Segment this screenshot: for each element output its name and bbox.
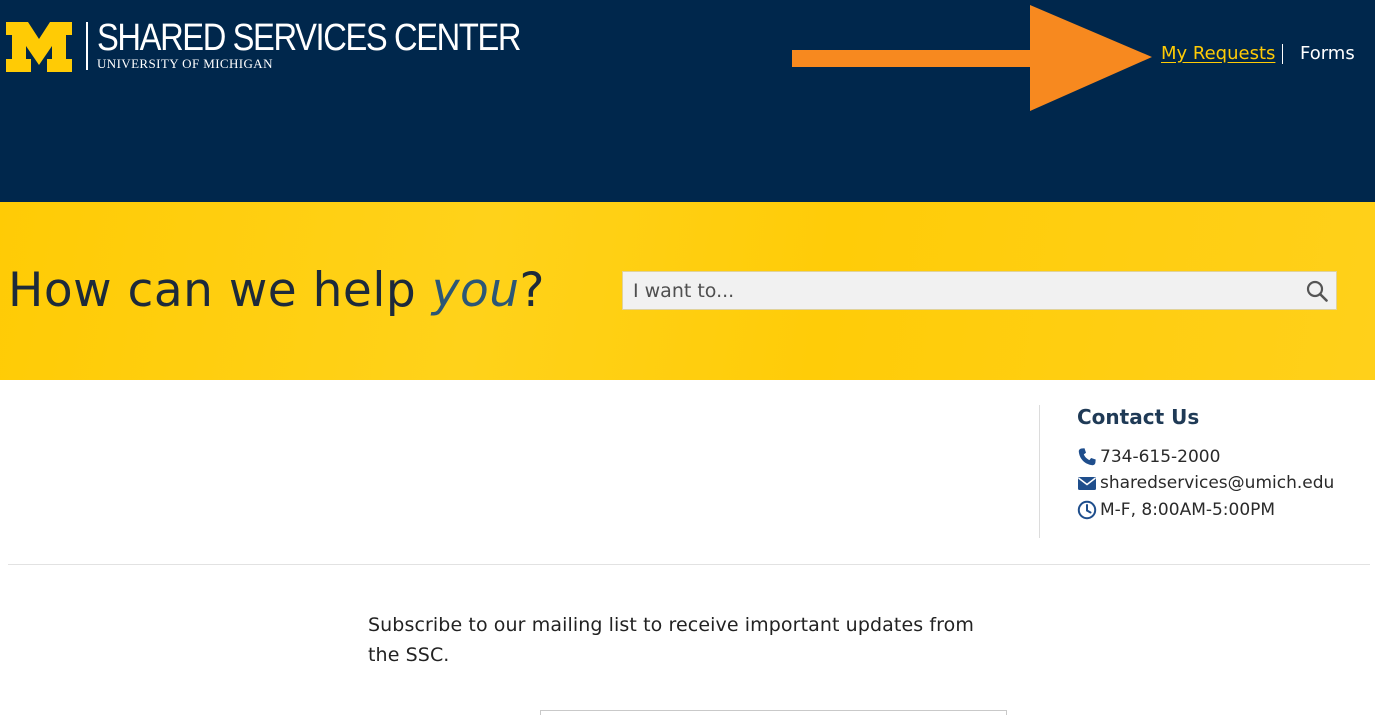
envelope-icon	[1078, 477, 1096, 490]
logo-divider	[86, 22, 88, 70]
hero-title: How can we help you?	[8, 261, 545, 321]
hero-title-suffix: ?	[519, 263, 545, 318]
contact-email-text: sharedservices@umich.edu	[1100, 473, 1335, 493]
site-header: SHARED SERVICES CENTER UNIVERSITY OF MIC…	[0, 0, 1375, 202]
search-box	[622, 271, 1337, 310]
subscribe-text: Subscribe to our mailing list to receive…	[368, 614, 974, 666]
search-input[interactable]	[623, 272, 1336, 309]
hero-title-emphasis: you	[431, 263, 520, 318]
search-icon[interactable]	[1306, 280, 1328, 302]
contact-title: Contact Us	[1077, 405, 1200, 429]
block-m-logo-icon[interactable]	[6, 22, 72, 72]
contact-phone[interactable]: 734-615-2000	[1077, 446, 1220, 468]
site-title[interactable]: SHARED SERVICES CENTER	[97, 17, 521, 59]
phone-icon	[1078, 448, 1096, 466]
hero-banner: How can we help you?	[0, 202, 1375, 380]
nav-my-requests-link[interactable]: My Requests	[1161, 42, 1275, 66]
nav-separator	[1282, 44, 1283, 64]
nav-forms-link[interactable]: Forms	[1300, 42, 1355, 66]
contact-hours-text: M-F, 8:00AM-5:00PM	[1100, 500, 1276, 520]
annotation-arrow-icon	[792, 5, 1152, 111]
subscribe-email-input[interactable]	[540, 710, 1007, 715]
clock-icon	[1077, 500, 1097, 520]
section-divider	[8, 564, 1370, 565]
site-subtitle: UNIVERSITY OF MICHIGAN	[97, 56, 273, 71]
contact-divider	[1039, 405, 1040, 538]
contact-hours: M-F, 8:00AM-5:00PM	[1077, 499, 1275, 521]
contact-phone-text: 734-615-2000	[1100, 447, 1221, 467]
contact-email[interactable]: sharedservices@umich.edu	[1077, 472, 1334, 494]
hero-title-prefix: How can we help	[8, 263, 432, 318]
